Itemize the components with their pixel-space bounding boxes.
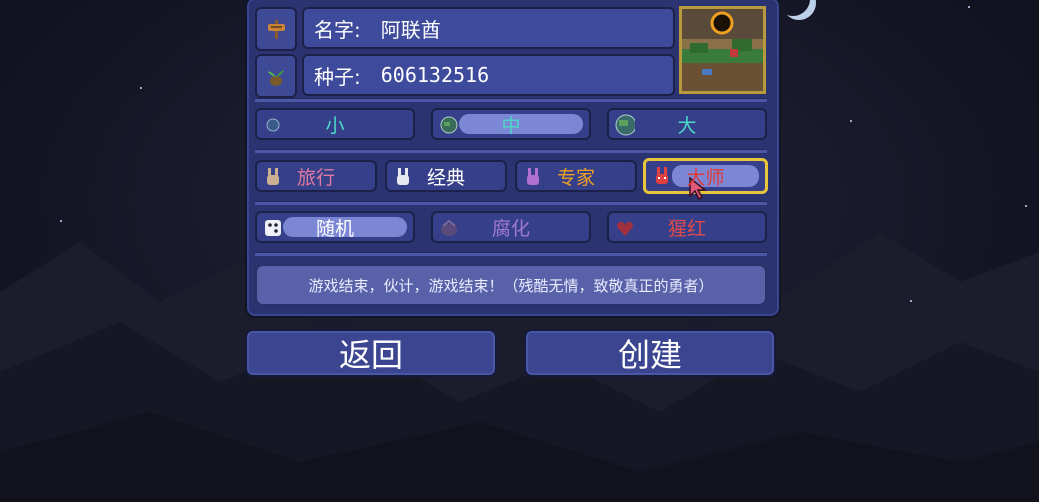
corruption-icon [439,218,459,238]
difficulty-classic-label: 经典 [426,166,465,189]
difficulty-master-button[interactable]: 大师 [643,158,768,194]
evil-crimson-button[interactable]: 猩红 [607,211,767,243]
size-small-button[interactable]: 小 [255,108,415,140]
seed-icon-box [255,54,297,98]
difficulty-classic-button[interactable]: 经典 [385,160,507,192]
size-medium-button[interactable]: 中 [431,108,591,140]
selected-highlight [459,114,583,134]
difficulty-expert-label: 专家 [556,166,595,189]
world-preview-image [679,6,766,94]
classic-bunny-icon [393,167,413,187]
size-small-label: 小 [325,114,345,137]
crimson-heart-icon [615,218,635,238]
divider [255,98,767,102]
evil-crimson-label: 猩红 [667,217,706,240]
difficulty-master-label: 大师 [686,166,725,189]
signpost-icon [268,20,285,39]
evil-random-button[interactable]: 随机 [255,211,415,243]
star [910,300,912,302]
star [60,220,62,222]
difficulty-journey-label: 旅行 [296,166,335,189]
expert-bunny-icon [523,167,543,187]
dice-icon [263,218,283,238]
sapling-icon [268,70,284,86]
difficulty-expert-button[interactable]: 专家 [515,160,637,192]
back-button[interactable]: 返回 [245,329,497,377]
size-medium-label: 中 [501,114,521,137]
create-button[interactable]: 创建 [524,329,776,377]
name-icon-box [255,7,297,51]
world-name-field[interactable]: 名字: 阿联酋 [302,7,675,49]
star [1025,205,1027,207]
difficulty-description: 游戏结束，伙计，游戏结束！（残酷无情，致敬真正的勇者） [255,264,767,306]
evil-corruption-button[interactable]: 腐化 [431,211,591,243]
large-world-icon [615,114,635,136]
evil-corruption-label: 腐化 [491,217,530,240]
name-label: 名字: [314,17,361,42]
star [140,87,142,89]
journey-bunny-icon [263,167,283,187]
evil-random-label: 随机 [315,217,354,240]
world-name-value: 阿联酋 [380,17,441,42]
seed-label: 种子: [314,64,361,89]
star [850,120,852,122]
master-bunny-icon [652,166,672,186]
medium-world-icon [439,115,459,135]
divider [255,252,767,256]
size-large-button[interactable]: 大 [607,108,767,140]
difficulty-journey-button[interactable]: 旅行 [255,160,377,192]
size-large-label: 大 [677,114,697,137]
small-world-icon [263,115,283,135]
world-seed-value: 606132516 [380,63,490,87]
world-seed-field[interactable]: 种子: 606132516 [302,54,675,96]
moon [776,0,810,16]
star [968,6,970,8]
divider [255,149,767,153]
